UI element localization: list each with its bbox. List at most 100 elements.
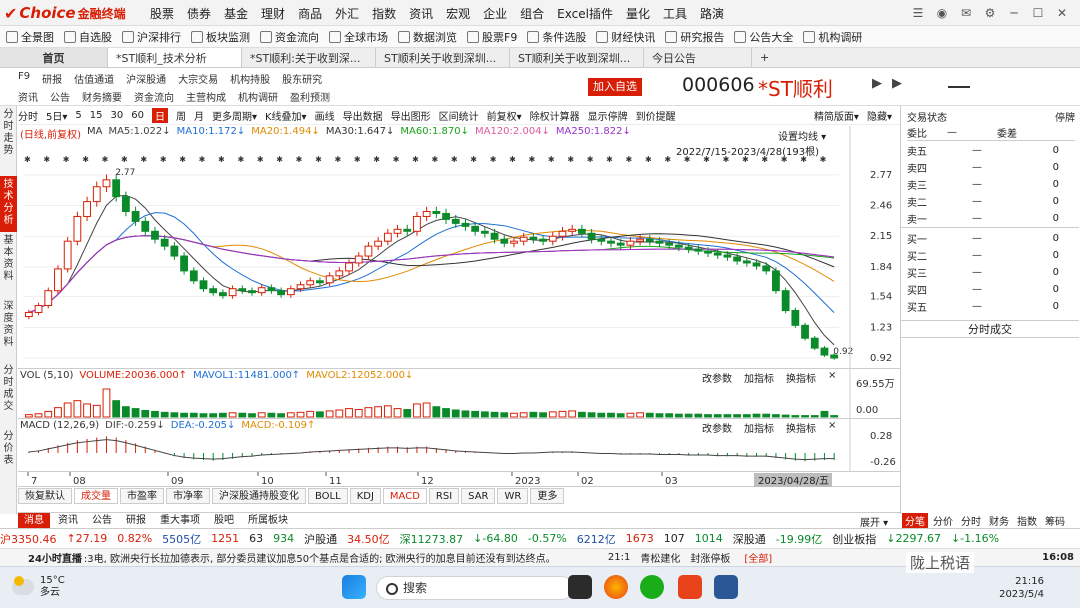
chart-tool-button[interactable]: 导出图形 <box>391 108 431 123</box>
toolbar-item[interactable]: 沪深排行 <box>122 29 181 45</box>
period-button[interactable]: 30 <box>111 110 124 121</box>
close-sub-icon[interactable]: × <box>828 370 836 385</box>
word-icon[interactable] <box>714 575 738 599</box>
news-tab[interactable]: 股吧 <box>208 513 240 528</box>
indicator-tab[interactable]: RSI <box>428 488 460 504</box>
chart-tool-button[interactable]: 到价提醒 <box>636 108 676 123</box>
period-button[interactable]: 5 <box>75 110 81 121</box>
right-tab[interactable]: 分笔 <box>902 512 928 528</box>
right-tab[interactable]: 分时 <box>958 513 984 528</box>
sh-index[interactable]: 沪3350.46 <box>0 531 57 547</box>
close-icon[interactable]: ✕ <box>1050 6 1074 20</box>
left-nav-item[interactable]: 基本资料 <box>0 232 17 298</box>
f10-link[interactable]: 财务摘要 <box>82 89 122 104</box>
period-button[interactable]: 周 <box>176 108 186 123</box>
period-button[interactable]: 日 <box>151 108 168 123</box>
news-tab[interactable]: 所属板块 <box>242 513 294 528</box>
add-favorite-button[interactable]: 加入自选 <box>588 78 642 96</box>
menu-item[interactable]: 企业 <box>483 5 507 22</box>
tab-item[interactable]: *ST顺利:关于收到深... <box>242 48 376 67</box>
choice-app-icon[interactable] <box>678 575 702 599</box>
collapse-bar-icon[interactable] <box>948 86 970 88</box>
skin-icon[interactable]: ☰ <box>906 6 930 20</box>
maximize-icon[interactable]: ☐ <box>1026 6 1050 20</box>
toolbar-item[interactable]: 资金流向 <box>260 29 319 45</box>
right-tab[interactable]: 财务 <box>986 513 1012 528</box>
stock-nav-arrows[interactable]: ▶▶ <box>872 76 912 91</box>
toolbar-item[interactable]: 数据浏览 <box>398 29 457 45</box>
f10-link[interactable]: 股东研究 <box>282 71 322 86</box>
left-nav-item[interactable]: 分时成交 <box>0 362 17 428</box>
minimize-icon[interactable]: ─ <box>1002 6 1026 20</box>
left-nav-item[interactable]: 深度资料 <box>0 298 17 362</box>
taskbar-clock[interactable]: 21:16 2023/5/4 <box>999 575 1044 601</box>
expand-button[interactable]: 展开 ▾ <box>860 514 888 529</box>
toolbar-item[interactable]: 全球市场 <box>329 29 388 45</box>
period-button[interactable]: 60 <box>131 110 144 121</box>
menu-item[interactable]: 理财 <box>261 5 285 22</box>
indicator-tab[interactable]: KDJ <box>349 488 381 504</box>
live-text[interactable]: :3电, 欧洲央行长拉加德表示, 部分委员建议加息50个基点是合适的; 欧洲央行… <box>84 550 598 565</box>
task-view-icon[interactable] <box>568 575 592 599</box>
period-button[interactable]: 15 <box>90 110 103 121</box>
sub-tool-button[interactable]: 换指标 <box>786 420 816 435</box>
menu-item[interactable]: 工具 <box>663 5 687 22</box>
close-sub-icon[interactable]: × <box>828 420 836 435</box>
menu-item[interactable]: 外汇 <box>335 5 359 22</box>
f10-link[interactable]: 资金流向 <box>134 89 174 104</box>
indicator-tab[interactable]: 成交量 <box>74 488 118 504</box>
taskbar-search[interactable]: 搜索 <box>376 576 574 600</box>
news-tab[interactable]: 研报 <box>120 513 152 528</box>
menu-item[interactable]: 资讯 <box>409 5 433 22</box>
sub-tool-button[interactable]: 改参数 <box>702 370 732 385</box>
chart-tool-button[interactable]: 画线 <box>315 108 335 123</box>
f10-link[interactable]: 研报 <box>42 71 62 86</box>
menu-item[interactable]: 组合 <box>520 5 544 22</box>
f10-link[interactable]: 估值通道 <box>74 71 114 86</box>
period-button[interactable]: 更多周期▾ <box>212 108 257 123</box>
volume-chart[interactable]: 69.55万 0.00 VOL (5,10) VOLUME:20036.000↑ MA… <box>18 368 900 419</box>
indicator-tab[interactable]: SAR <box>461 488 496 504</box>
news-tab[interactable]: 资讯 <box>52 513 84 528</box>
menu-item[interactable]: Excel插件 <box>557 5 613 22</box>
menu-item[interactable]: 股票 <box>150 5 174 22</box>
live-label[interactable]: 24小时直播 <box>28 550 82 565</box>
f10-link[interactable]: 盈利预测 <box>290 89 330 104</box>
tab-item[interactable]: ST顺利关于收到深圳... <box>510 48 644 67</box>
toolbar-item[interactable]: 机构调研 <box>803 29 862 45</box>
menu-item[interactable]: 债券 <box>187 5 211 22</box>
toolbar-item[interactable]: 股票F9 <box>467 29 517 45</box>
sub-tool-button[interactable]: 加指标 <box>744 370 774 385</box>
wechat-icon[interactable] <box>640 575 664 599</box>
toolbar-item[interactable]: 财经快讯 <box>596 29 655 45</box>
news-tab[interactable]: 重大事项 <box>154 513 206 528</box>
chart-tool-button[interactable]: 导出数据 <box>343 108 383 123</box>
sub-tool-button[interactable]: 加指标 <box>744 420 774 435</box>
macd-chart[interactable]: 0.28 -0.26 MACD (12,26,9) DIF:-0.259↓ DEA:-… <box>18 418 900 472</box>
tab-home[interactable]: 首页 <box>0 48 108 67</box>
menu-item[interactable]: 商品 <box>298 5 322 22</box>
f10-link[interactable]: 沪深股通 <box>126 71 166 86</box>
live-filter[interactable]: [全部] <box>744 550 772 565</box>
toolbar-item[interactable]: 板块监测 <box>191 29 250 45</box>
kline-chart[interactable]: 2.77 2.46 2.15 1.84 1.54 1.23 0.92 ✱ ✱ ✱ ✱ ✱ ✱ ✱ ✱ ✱ ✱ ✱ ✱… <box>18 126 900 368</box>
f10-link[interactable]: 主营构成 <box>186 89 226 104</box>
toolbar-item[interactable]: 自选股 <box>64 29 112 45</box>
indicator-tab[interactable]: 恢复默认 <box>18 488 72 504</box>
indicator-tab[interactable]: 市盈率 <box>120 488 164 504</box>
set-ma-button[interactable]: 设置均线 ▾ <box>778 128 826 143</box>
indicator-tab[interactable]: WR <box>497 488 529 504</box>
sub-tool-button[interactable]: 换指标 <box>786 370 816 385</box>
chart-tool-button[interactable]: 隐藏▾ <box>867 108 892 123</box>
menu-item[interactable]: 宏观 <box>446 5 470 22</box>
weather-widget[interactable]: 15°C 多云 <box>12 575 65 599</box>
right-tab[interactable]: 筹码 <box>1042 513 1068 528</box>
message-icon[interactable]: ✉ <box>954 6 978 20</box>
chart-tool-button[interactable]: 精简版面▾ <box>814 108 859 123</box>
f10-link[interactable]: 公告 <box>50 89 70 104</box>
tab-item[interactable]: 今日公告 <box>644 48 752 67</box>
chart-tool-button[interactable]: K线叠加▾ <box>265 108 307 123</box>
left-nav-item[interactable]: 分价表 <box>0 428 17 476</box>
news-tab[interactable]: 消息 <box>18 513 50 528</box>
chart-tool-button[interactable]: 前复权▾ <box>487 108 522 123</box>
